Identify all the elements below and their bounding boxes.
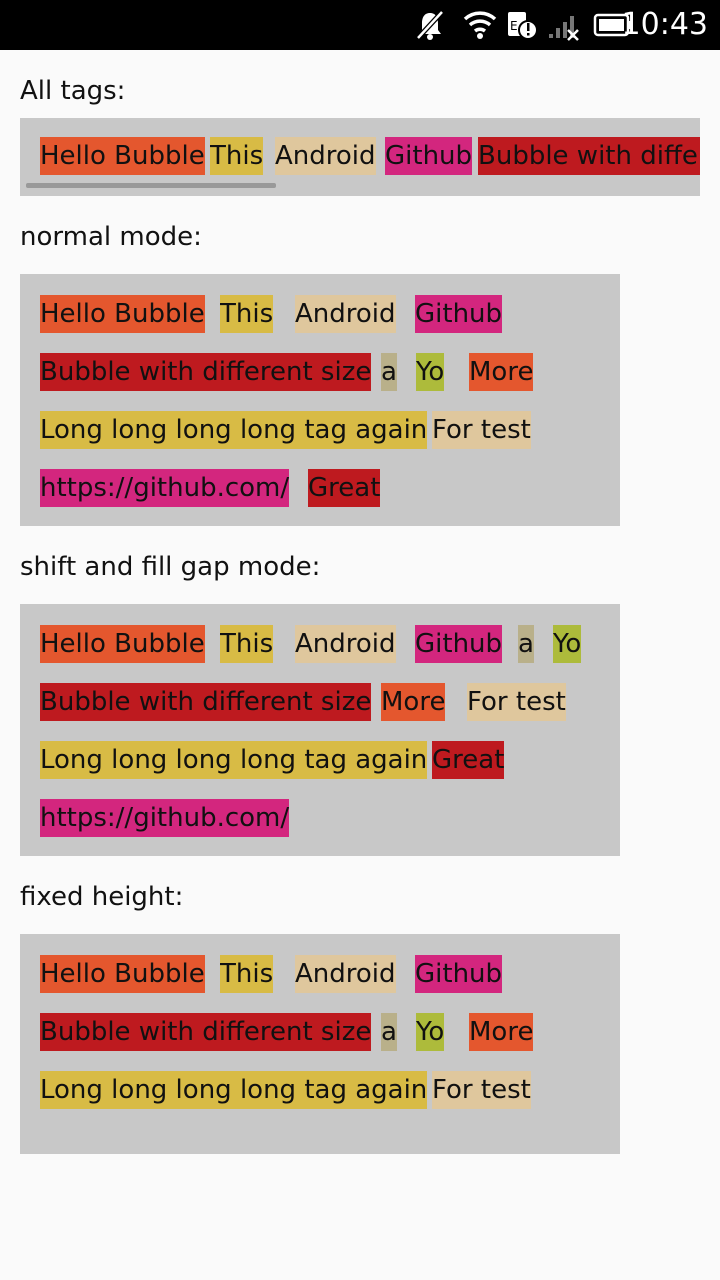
tag-bubble[interactable]: a xyxy=(381,1013,397,1051)
tag-bubble[interactable]: Bubble with different size xyxy=(40,353,372,391)
tag-bubble[interactable]: Long long long long tag again xyxy=(40,1071,428,1109)
tag-bubble[interactable]: Long long long long tag again xyxy=(40,411,428,449)
tag-bubble[interactable]: https://github.com/ xyxy=(40,799,290,837)
tag-bubble[interactable]: This xyxy=(220,625,274,663)
fixed-height-panel: Hello Bubble This Android Github Bubble … xyxy=(20,934,620,1154)
tag-bubble[interactable]: For test xyxy=(467,683,566,721)
signal-icon xyxy=(549,16,579,41)
tag-bubble[interactable]: This xyxy=(210,137,264,175)
tag-bubble[interactable]: Github xyxy=(415,955,503,993)
tag-bubble[interactable]: Hello Bubble xyxy=(40,295,205,333)
tag-bubble[interactable]: Bubble with different size xyxy=(40,1013,372,1051)
tag-bubble[interactable]: Yo xyxy=(553,625,582,663)
wifi-icon xyxy=(463,11,497,39)
tag-bubble[interactable]: This xyxy=(220,955,274,993)
tag-bubble[interactable]: More xyxy=(469,1013,534,1051)
normal-mode-panel: Hello Bubble This Android Github Bubble … xyxy=(20,274,620,526)
sim-alert-icon: E xyxy=(508,12,538,40)
tag-bubble[interactable]: a xyxy=(518,625,534,663)
tag-bubble[interactable]: Great xyxy=(432,741,505,779)
status-time: 10:43 xyxy=(621,7,708,42)
tag-bubble[interactable]: Android xyxy=(295,295,396,333)
shift-mode-panel: Hello Bubble This Android Github a Yo Bu… xyxy=(20,604,620,856)
tag-bubble[interactable]: More xyxy=(381,683,446,721)
tag-bubble[interactable]: For test xyxy=(432,411,531,449)
tag-bubble[interactable]: Hello Bubble xyxy=(40,137,205,175)
tag-bubble[interactable]: Hello Bubble xyxy=(40,625,205,663)
fixed-height-label: fixed height: xyxy=(20,882,184,912)
normal-mode-label: normal mode: xyxy=(20,222,202,252)
tag-bubble[interactable]: Hello Bubble xyxy=(40,955,205,993)
shift-mode-label: shift and fill gap mode: xyxy=(20,552,321,582)
tag-bubble[interactable]: Github xyxy=(385,137,473,175)
svg-text:E: E xyxy=(510,19,518,33)
tag-bubble[interactable]: Android xyxy=(295,625,396,663)
notifications-muted-icon xyxy=(416,10,444,40)
all-tags-scroll-panel[interactable]: Hello Bubble This Android Github Bubble … xyxy=(20,118,700,196)
horizontal-scrollbar[interactable] xyxy=(26,183,276,188)
tag-bubble[interactable]: https://github.com/ xyxy=(40,469,290,507)
tag-bubble[interactable]: Great xyxy=(308,469,381,507)
tag-bubble[interactable]: More xyxy=(469,353,534,391)
tag-bubble[interactable]: Yo xyxy=(416,353,445,391)
tag-bubble[interactable]: This xyxy=(220,295,274,333)
tag-bubble[interactable]: For test xyxy=(432,1071,531,1109)
tag-bubble[interactable]: Bubble with different size xyxy=(40,683,372,721)
tag-bubble[interactable]: Long long long long tag again xyxy=(40,741,428,779)
tag-bubble[interactable]: Android xyxy=(275,137,376,175)
all-tags-label: All tags: xyxy=(20,76,126,106)
tag-bubble[interactable]: Github xyxy=(415,295,503,333)
tag-bubble[interactable]: Github xyxy=(415,625,503,663)
tag-bubble[interactable]: Yo xyxy=(416,1013,445,1051)
tag-bubble[interactable]: Android xyxy=(295,955,396,993)
status-bar: E 10:43 xyxy=(0,0,720,50)
tag-bubble[interactable]: a xyxy=(381,353,397,391)
tag-bubble[interactable]: Bubble with differ xyxy=(478,137,700,175)
